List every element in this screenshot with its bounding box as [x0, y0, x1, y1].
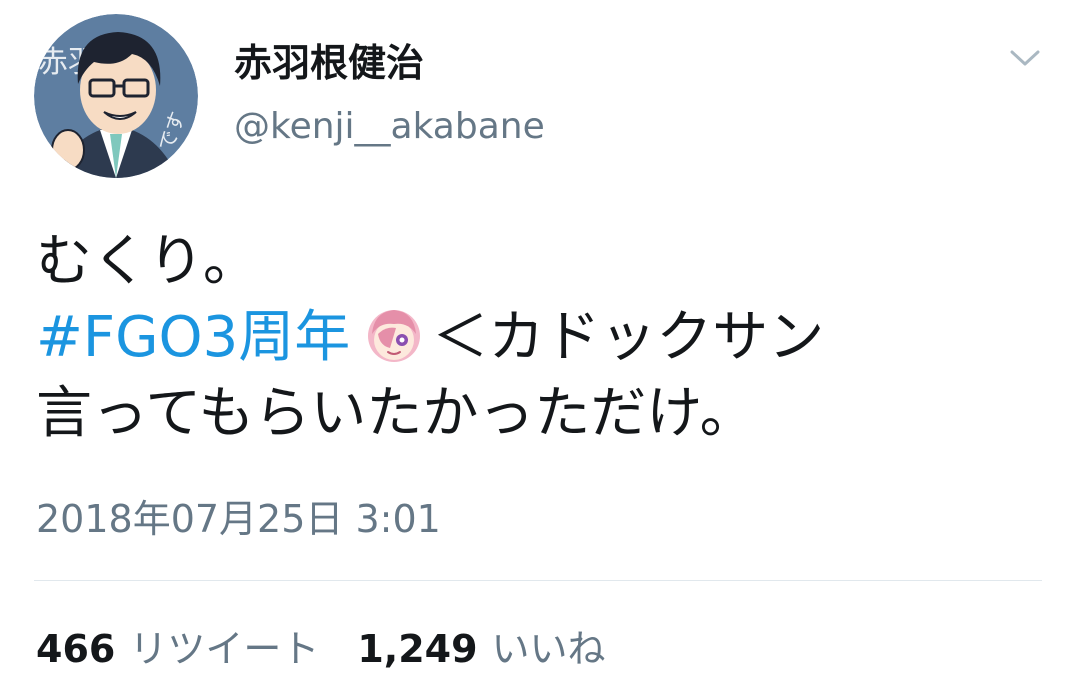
retweets-stat[interactable]: 466 リツイート: [36, 624, 319, 674]
tweet-card: 赤羽根 です 赤羽根健治 @kenji__akabane むくり。: [0, 0, 1078, 691]
anime-girl-face-emoji-icon: [364, 304, 424, 364]
tweet-text-line-3: 言ってもらいたかっただけ。: [36, 381, 756, 446]
tweet-text-line-1: むくり。: [36, 229, 259, 294]
tweet-text-line-2: #FGO3周年 ＜カドックサン: [36, 300, 1046, 376]
likes-count: 1,249: [357, 627, 478, 671]
divider: [34, 580, 1042, 581]
tweet-text-line-2-rest: ＜カドックサン: [432, 305, 825, 370]
tweet-menu-button[interactable]: [1002, 40, 1048, 76]
user-handle[interactable]: @kenji__akabane: [234, 104, 545, 150]
avatar-illustration: 赤羽根 です: [34, 14, 198, 178]
hashtag-link[interactable]: #FGO3周年: [36, 305, 350, 370]
likes-stat[interactable]: 1,249 いいね: [357, 624, 605, 674]
likes-label: いいね: [491, 627, 606, 671]
tweet-stats: 466 リツイート 1,249 いいね: [36, 624, 606, 674]
display-name[interactable]: 赤羽根健治: [234, 38, 424, 88]
avatar[interactable]: 赤羽根 です: [34, 14, 198, 178]
tweet-timestamp[interactable]: 2018年07月25日 3:01: [36, 494, 441, 544]
retweets-label: リツイート: [129, 627, 320, 671]
tweet-text: むくり。 #FGO3周年 ＜カドックサン 言ってもらいたかっただけ。: [36, 224, 1046, 452]
chevron-down-icon: [1010, 50, 1040, 66]
retweets-count: 466: [36, 627, 116, 671]
